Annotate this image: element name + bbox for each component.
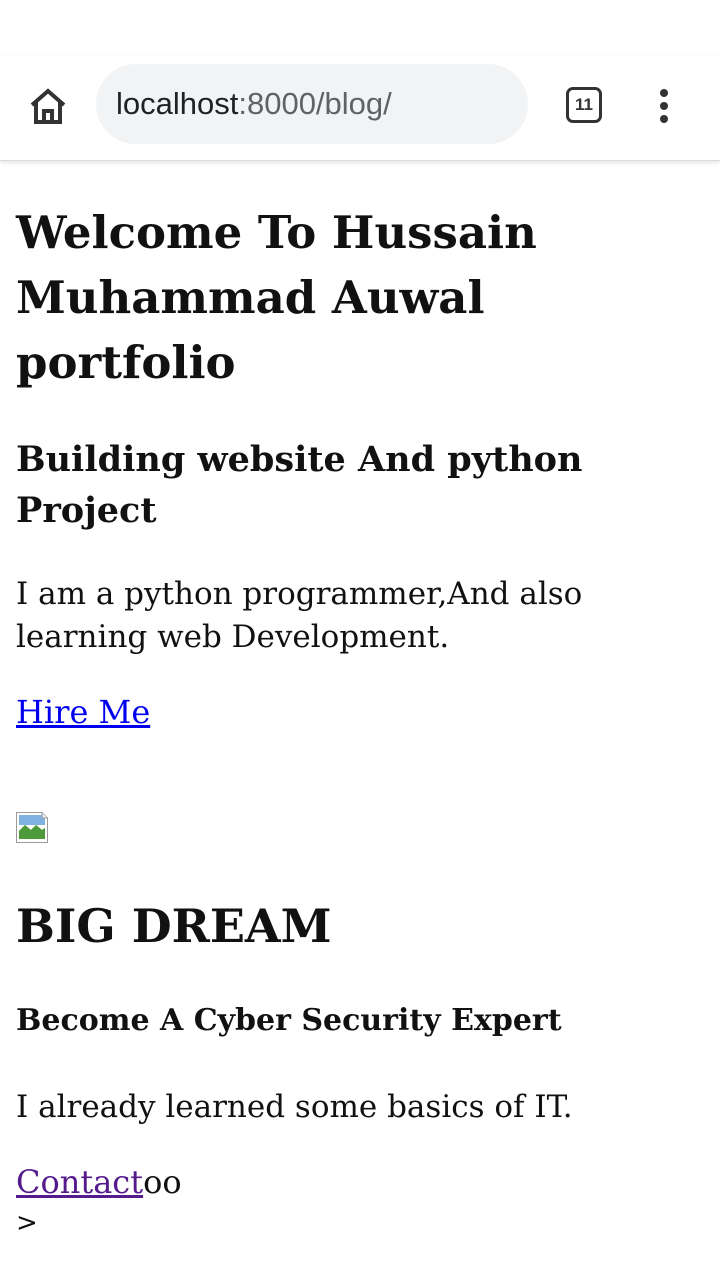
address-bar[interactable]: localhost:8000/blog/ xyxy=(96,64,528,144)
broken-image-icon xyxy=(16,812,48,843)
stray-text: > xyxy=(16,1208,38,1238)
url-host: localhost xyxy=(116,86,239,121)
contact-link[interactable]: Contact xyxy=(16,1163,143,1201)
page-subtitle: Building website And python Project xyxy=(16,439,583,531)
page-title: Welcome To Hussain Muhammad Auwal portfo… xyxy=(16,206,537,389)
browser-toolbar: localhost:8000/blog/ 11 xyxy=(0,56,720,161)
url-path: :8000/blog/ xyxy=(238,86,392,121)
home-icon[interactable] xyxy=(22,81,74,133)
contact-line: Contactoo xyxy=(16,1161,182,1203)
tab-switcher-icon[interactable]: 11 xyxy=(566,87,602,123)
tab-count: 11 xyxy=(575,95,593,114)
status-bar xyxy=(0,0,720,56)
dream-subtitle: Become A Cyber Security Expert xyxy=(16,1003,562,1038)
dream-text: I already learned some basics of IT. xyxy=(16,1089,573,1125)
dream-title: BIG DREAM xyxy=(16,899,332,953)
hire-me-link[interactable]: Hire Me xyxy=(16,691,150,733)
more-vert-icon[interactable] xyxy=(646,86,682,126)
contact-trailing-text: oo xyxy=(143,1163,182,1201)
intro-text: I am a python programmer,And also learni… xyxy=(16,576,583,655)
